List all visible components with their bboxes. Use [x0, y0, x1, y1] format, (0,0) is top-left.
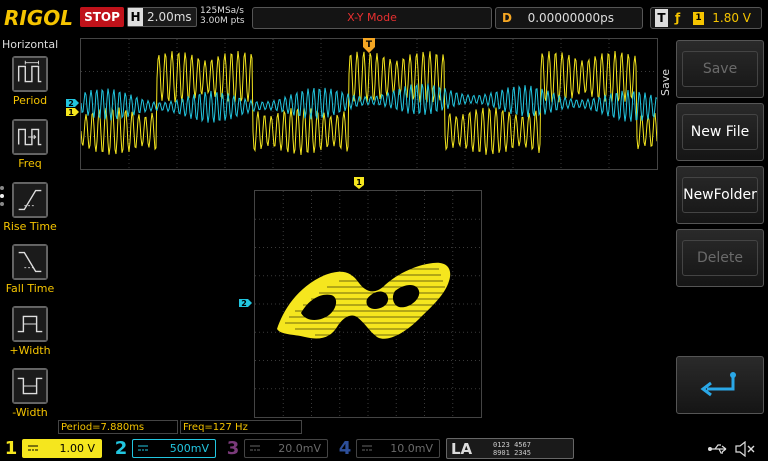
yt-waveform-display[interactable]	[80, 38, 658, 170]
period-icon	[12, 56, 48, 92]
trigger-level: 1.80 V	[712, 11, 751, 25]
horizontal-measure-panel: Horizontal Period Freq Rise Time Fall Ti…	[0, 36, 60, 436]
dc-coupling-icon	[362, 445, 372, 451]
timebase-value: 2.00ms	[147, 10, 192, 24]
dc-coupling-icon	[28, 445, 38, 451]
rising-edge-icon: ƒ	[675, 11, 681, 25]
acquisition-info: 125MSa/s 3.00M pts	[200, 6, 245, 26]
pos-width-label: +Width	[9, 344, 51, 357]
new-folder-button[interactable]: NewFolder	[676, 166, 764, 224]
ch1-offset-label: 1	[68, 108, 74, 117]
delay-value: 0.00000000ps	[527, 11, 614, 25]
measure-pos-width-button[interactable]: +Width	[2, 306, 58, 366]
ch2-status[interactable]: 2 500mV	[110, 436, 218, 461]
top-status-bar: RIGOL STOP H 2.00ms 125MSa/s 3.00M pts X-…	[0, 0, 768, 36]
delay-letter: D	[502, 11, 512, 25]
measure-neg-width-button[interactable]: -Width	[2, 368, 58, 428]
menu-tab-save[interactable]: Save	[658, 42, 674, 122]
measure-period-button[interactable]: Period	[2, 56, 58, 116]
save-button-label: Save	[682, 51, 758, 87]
neg-width-label: -Width	[12, 406, 48, 419]
dc-coupling-icon	[250, 445, 260, 451]
channel-status-bar: 1 1.00 V 2 500mV 3 20.0mV 4 10.0mV LA 01…	[0, 436, 768, 461]
trigger-source-badge: 1	[693, 12, 704, 25]
display-mode-label: X-Y Mode	[252, 7, 492, 29]
trigger-position-marker[interactable]: T	[362, 37, 376, 54]
sample-rate: 125MSa/s	[200, 6, 244, 16]
delay-display[interactable]: D 0.00000000ps	[495, 7, 643, 29]
save-menu: Save Save New File NewFolder Delete	[658, 36, 768, 436]
pos-width-icon	[12, 306, 48, 342]
save-button[interactable]: Save	[676, 40, 764, 98]
panel-title: Horizontal	[2, 38, 59, 51]
new-folder-button-label: NewFolder	[682, 177, 758, 213]
memory-depth: 3.00M pts	[200, 16, 245, 26]
yt-grid	[81, 39, 657, 169]
ch2-offset-label: 2	[68, 99, 74, 108]
new-file-button[interactable]: New File	[676, 103, 764, 161]
trigger-letter: T	[655, 9, 668, 27]
rigol-logo: RIGOL	[4, 6, 74, 30]
ch1-number: 1	[4, 438, 18, 459]
freq-icon	[12, 119, 48, 155]
ch3-status[interactable]: 3 20.0mV	[222, 436, 330, 461]
trigger-marker-label: T	[366, 40, 373, 50]
fall-time-icon	[12, 244, 48, 280]
xy-ch2-marker[interactable]: 2	[238, 298, 254, 309]
return-arrow-icon	[700, 372, 736, 397]
measure-freq-button[interactable]: Freq	[2, 119, 58, 179]
new-file-button-label: New File	[682, 114, 758, 150]
la-channel-map: 0123 4567 8901 2345	[493, 441, 531, 457]
measure-rise-time-button[interactable]: Rise Time	[2, 182, 58, 242]
period-measurement: Period=7.880ms	[58, 420, 178, 434]
neg-width-icon	[12, 368, 48, 404]
dc-coupling-icon	[138, 445, 148, 451]
freq-label: Freq	[18, 157, 42, 170]
fall-time-label: Fall Time	[5, 282, 55, 295]
xy-ch1-marker[interactable]: 1	[353, 176, 365, 190]
timebase-display[interactable]: H 2.00ms	[127, 7, 197, 27]
ch3-number: 3	[226, 438, 240, 459]
measure-fall-time-button[interactable]: Fall Time	[2, 244, 58, 304]
la-label: LA	[451, 440, 473, 458]
freq-measurement: Freq=127 Hz	[180, 420, 302, 434]
ch1-status[interactable]: 1 1.00 V	[0, 436, 106, 461]
channel-offset-markers[interactable]: 2 1	[65, 98, 81, 118]
rise-time-label: Rise Time	[3, 220, 57, 233]
ch2-number: 2	[114, 438, 128, 459]
delete-button[interactable]: Delete	[676, 229, 764, 287]
la-channels-row2: 8901 2345	[493, 449, 531, 457]
ch4-number: 4	[338, 438, 352, 459]
ch4-status[interactable]: 4 10.0mV	[334, 436, 442, 461]
horizontal-letter: H	[128, 8, 143, 26]
logic-analyzer-status[interactable]: LA 0123 4567 8901 2345	[446, 438, 574, 459]
delete-button-label: Delete	[682, 240, 758, 276]
run-stop-indicator[interactable]: STOP	[80, 7, 124, 27]
xy-ch1-marker-label: 1	[356, 178, 362, 187]
xy-plot-display[interactable]	[254, 190, 482, 418]
usb-icon	[708, 444, 727, 454]
period-label: Period	[12, 94, 48, 107]
return-button[interactable]	[676, 356, 764, 414]
xy-ch2-marker-label: 2	[241, 299, 247, 308]
la-channels-row1: 0123 4567	[493, 441, 531, 449]
speaker-muted-icon[interactable]	[734, 441, 756, 457]
rise-time-icon	[12, 182, 48, 218]
trigger-display[interactable]: T ƒ 1 1.80 V	[650, 7, 762, 29]
